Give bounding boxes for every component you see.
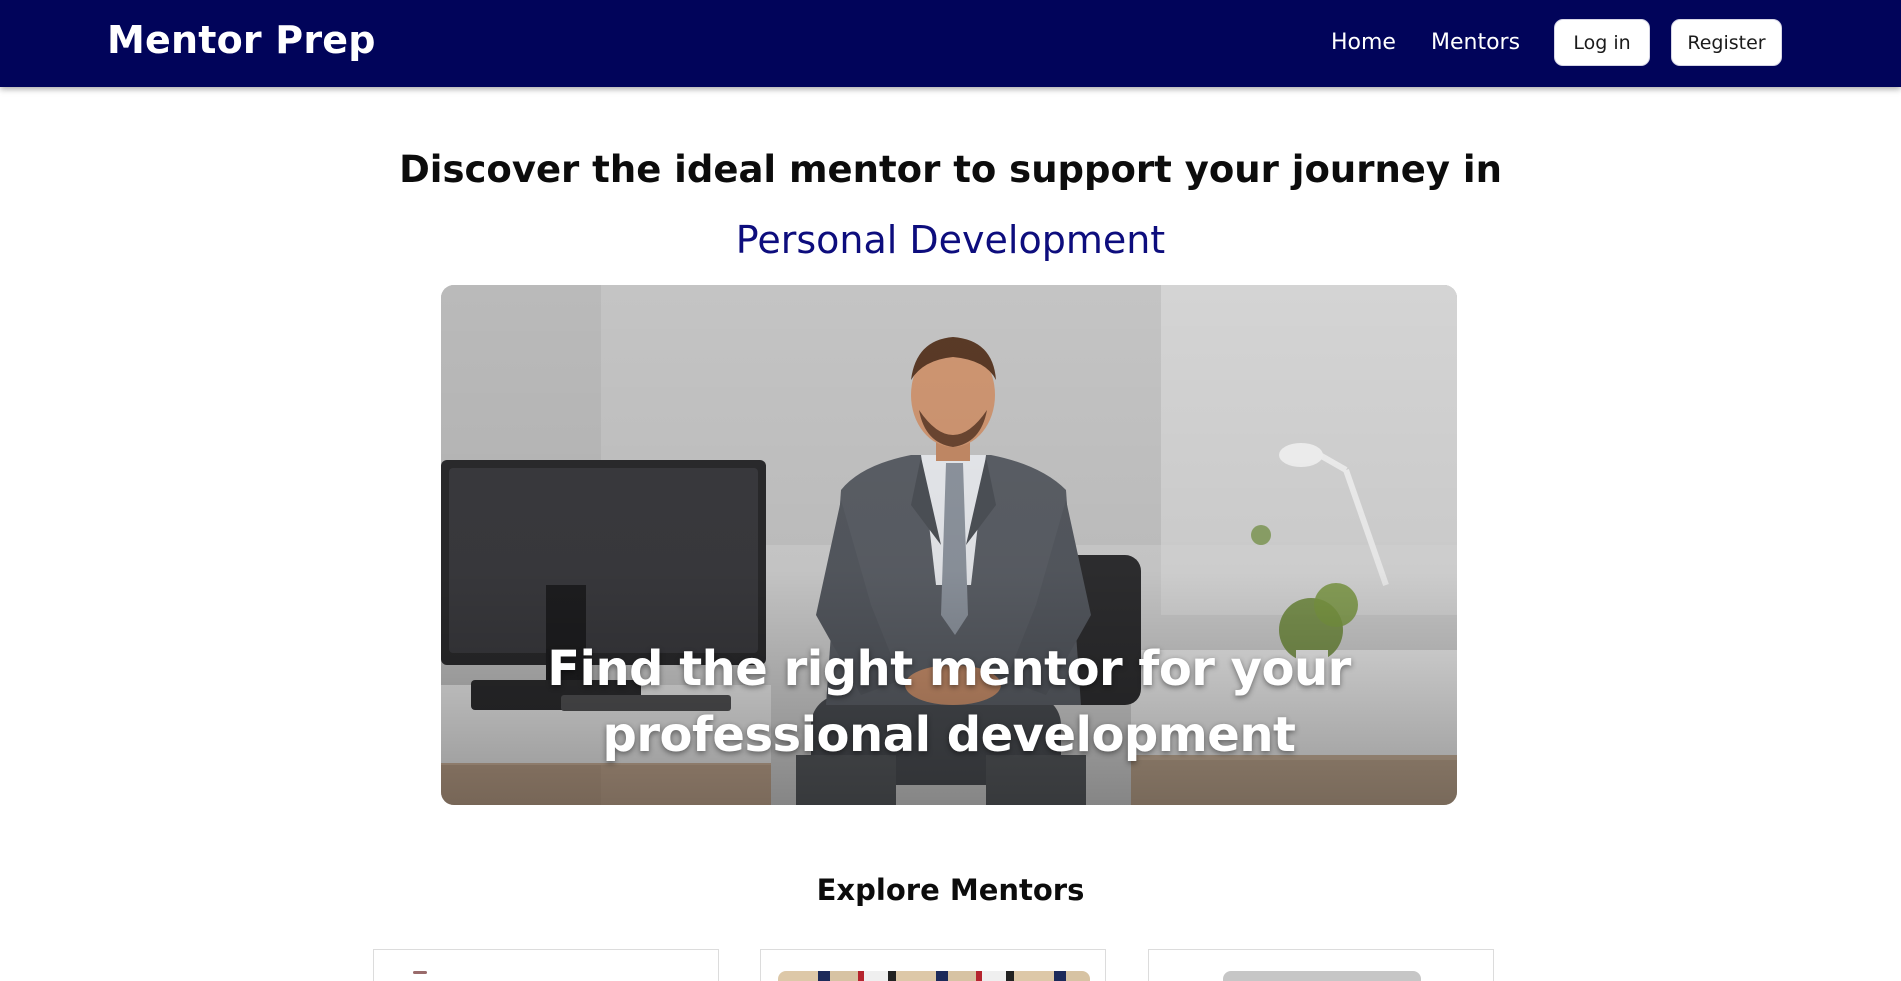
mentor-photo [1223,971,1421,981]
nav-link-home[interactable]: Home [1331,30,1396,55]
nav-link-mentors[interactable]: Mentors [1431,30,1520,55]
brand-logo[interactable]: Mentor Prep [107,18,376,62]
banner-caption-line-1: Find the right mentor for your [547,641,1351,697]
mentor-card[interactable] [1148,949,1494,981]
mentor-card[interactable] [760,949,1106,981]
mentor-photo [778,971,1090,981]
mentor-photo [391,971,703,981]
mentor-card[interactable] [373,949,719,981]
hero-title: Discover the ideal mentor to support you… [399,148,1502,191]
banner-caption: Find the right mentor for your professio… [441,636,1457,768]
hero-rotating-topic: Personal Development [735,218,1166,262]
page: Mentor Prep Home Mentors Log in Register… [0,0,1901,981]
explore-mentors-heading: Explore Mentors [816,873,1085,907]
login-button[interactable]: Log in [1554,19,1650,66]
top-navbar: Mentor Prep Home Mentors Log in Register [0,0,1901,87]
register-button[interactable]: Register [1671,19,1782,66]
banner-caption-line-2: professional development [602,707,1296,763]
